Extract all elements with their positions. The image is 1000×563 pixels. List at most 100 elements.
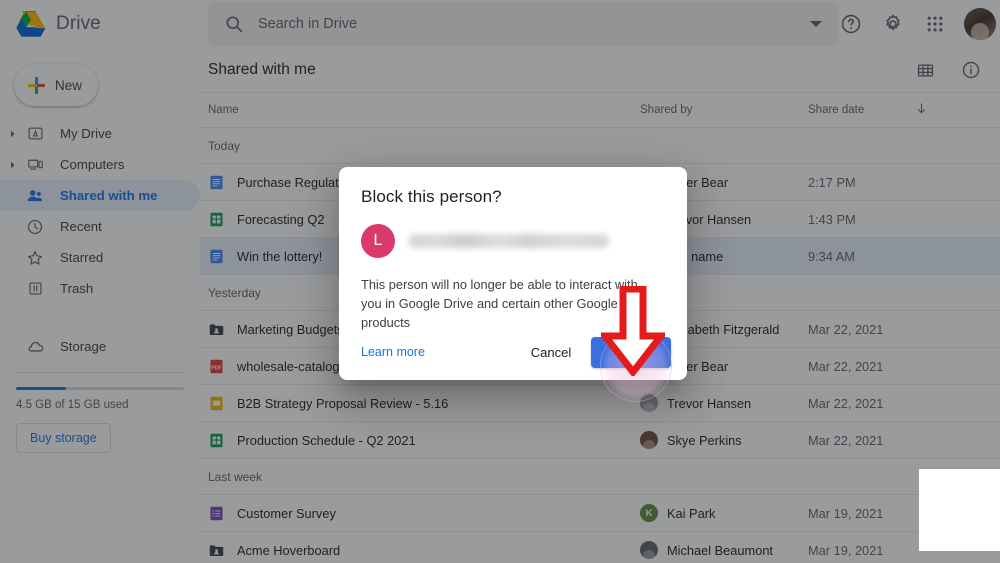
storage-progress-fill bbox=[16, 387, 67, 390]
folder-shared-file-icon bbox=[208, 542, 225, 559]
google-drive-window: Drive Search in Drive New My Drive Compu… bbox=[0, 0, 1000, 563]
my-drive-icon bbox=[24, 125, 46, 142]
file-name: Forecasting Q2 bbox=[237, 211, 325, 227]
folder-shared-file-icon bbox=[208, 321, 225, 338]
storage-usage-text: 4.5 GB of 15 GB used bbox=[16, 399, 129, 411]
share-date-cell: 2:17 PM bbox=[808, 174, 856, 190]
share-date-cell: Mar 22, 2021 bbox=[808, 321, 884, 337]
sheet-file-icon bbox=[208, 211, 225, 228]
help-icon[interactable] bbox=[838, 11, 864, 37]
file-name: Purchase Regulation bbox=[237, 174, 356, 190]
arrow-down-icon[interactable] bbox=[914, 101, 929, 119]
column-header-shared-by[interactable]: Shared by bbox=[640, 104, 808, 116]
file-group-label: Today bbox=[200, 128, 1000, 164]
sidebar-item-label: Computers bbox=[60, 157, 125, 172]
block-button[interactable]: Block bbox=[591, 337, 671, 368]
dialog-person-row: L bbox=[361, 224, 665, 258]
cloud-icon bbox=[24, 337, 46, 356]
sidebar-item-computers[interactable]: Computers bbox=[0, 149, 200, 180]
file-name-cell: Production Schedule - Q2 2021 bbox=[208, 432, 640, 449]
sidebar-nav: My Drive Computers Shared with me Recent… bbox=[0, 118, 200, 362]
doc-file-icon bbox=[208, 174, 225, 191]
file-row[interactable]: B2B Strategy Proposal Review - 5.16 Trevo… bbox=[200, 385, 1000, 422]
share-date-cell: Mar 22, 2021 bbox=[808, 358, 884, 374]
grid-view-icon[interactable] bbox=[912, 57, 938, 83]
page-title: Shared with me bbox=[208, 61, 316, 78]
new-button[interactable]: New bbox=[14, 64, 98, 106]
file-name-cell: Acme Hoverboard bbox=[208, 542, 640, 559]
file-name: Production Schedule - Q2 2021 bbox=[237, 432, 416, 448]
form-file-icon bbox=[208, 505, 225, 522]
shared-by-cell: K Kai Park bbox=[640, 504, 808, 522]
column-header-share-date[interactable]: Share date bbox=[808, 101, 1000, 119]
trash-icon bbox=[24, 280, 46, 297]
search-bar[interactable] bbox=[208, 1, 838, 47]
file-group-label: Last week bbox=[200, 459, 1000, 495]
file-name-cell: Customer Survey bbox=[208, 505, 640, 522]
shared-by-cell: Michael Beaumont bbox=[640, 541, 808, 559]
sidebar-item-starred[interactable]: Starred bbox=[0, 242, 200, 273]
sidebar: New My Drive Computers Shared with me Re… bbox=[0, 48, 200, 563]
dialog-actions: Cancel Block bbox=[519, 337, 671, 368]
clock-icon bbox=[24, 218, 46, 236]
info-circle-icon[interactable] bbox=[958, 57, 984, 83]
brand-area[interactable]: Drive bbox=[0, 0, 200, 48]
file-name: Win the lottery! bbox=[237, 248, 323, 264]
file-row[interactable]: Production Schedule - Q2 2021 Skye Perkin… bbox=[200, 422, 1000, 459]
new-button-label: New bbox=[55, 77, 83, 93]
file-name: B2B Strategy Proposal Review - 5.16 bbox=[237, 395, 449, 411]
shared-by-name: Skye Perkins bbox=[667, 432, 742, 448]
column-header-name[interactable]: Name bbox=[208, 104, 640, 116]
dialog-body-text: This person will no longer be able to in… bbox=[361, 277, 638, 330]
svg-text:PDF: PDF bbox=[211, 365, 221, 371]
file-name: Customer Survey bbox=[237, 505, 336, 521]
shared-by-name: Kai Park bbox=[667, 505, 716, 521]
white-redaction-rectangle bbox=[919, 469, 1000, 551]
sidebar-item-label: Shared with me bbox=[60, 188, 158, 203]
file-row[interactable]: Customer Survey K Kai Park Mar 19, 2021 bbox=[200, 495, 1000, 532]
computers-icon bbox=[24, 156, 46, 173]
sidebar-item-label: Storage bbox=[60, 339, 107, 354]
chevron-down-icon[interactable] bbox=[810, 21, 822, 27]
storage-divider bbox=[16, 372, 184, 373]
sidebar-item-trash[interactable]: Trash bbox=[0, 273, 200, 304]
shared-by-cell: Trevor Hansen bbox=[640, 394, 808, 412]
table-column-headers: Name Shared by Share date bbox=[200, 92, 1000, 128]
user-avatar: K bbox=[640, 504, 658, 522]
account-avatar[interactable] bbox=[964, 8, 996, 40]
top-bar-actions bbox=[838, 8, 1000, 40]
sheet-file-icon bbox=[208, 432, 225, 449]
buy-storage-button[interactable]: Buy storage bbox=[16, 423, 111, 453]
column-header-share-date-label: Share date bbox=[808, 104, 865, 116]
person-email-redacted bbox=[409, 234, 609, 248]
top-bar: Drive bbox=[0, 0, 1000, 48]
sidebar-item-shared-with-me[interactable]: Shared with me bbox=[0, 180, 200, 211]
sidebar-item-my-drive[interactable]: My Drive bbox=[0, 118, 200, 149]
star-icon bbox=[24, 249, 46, 267]
sidebar-item-storage[interactable]: Storage bbox=[0, 331, 200, 362]
share-date-cell: Mar 22, 2021 bbox=[808, 432, 884, 448]
file-row[interactable]: Acme Hoverboard Michael Beaumont Mar 19, 2… bbox=[200, 532, 1000, 563]
sidebar-item-label: Trash bbox=[60, 281, 94, 296]
dialog-title: Block this person? bbox=[361, 187, 502, 206]
expand-triangle-icon[interactable] bbox=[2, 161, 24, 169]
shared-with-me-icon bbox=[24, 187, 46, 205]
person-avatar: L bbox=[361, 224, 395, 258]
cancel-button[interactable]: Cancel bbox=[519, 337, 583, 368]
search-input[interactable] bbox=[258, 16, 796, 32]
shared-by-name: Michael Beaumont bbox=[667, 542, 773, 558]
doc-file-icon bbox=[208, 248, 225, 265]
expand-triangle-icon[interactable] bbox=[2, 130, 24, 138]
settings-gear-icon[interactable] bbox=[880, 11, 906, 37]
share-date-cell: 9:34 AM bbox=[808, 248, 855, 264]
sidebar-item-recent[interactable]: Recent bbox=[0, 211, 200, 242]
shared-by-name: Trevor Hansen bbox=[667, 395, 752, 411]
apps-grid-icon[interactable] bbox=[922, 11, 948, 37]
sidebar-item-label: Starred bbox=[60, 250, 104, 265]
user-avatar bbox=[640, 541, 658, 559]
brand-name: Drive bbox=[56, 13, 101, 34]
content-header: Shared with me bbox=[200, 48, 1000, 92]
drive-logo-icon bbox=[16, 10, 46, 38]
pdf-file-icon: PDF bbox=[208, 358, 225, 375]
block-person-dialog: Block this person? L This person will no… bbox=[339, 167, 687, 380]
